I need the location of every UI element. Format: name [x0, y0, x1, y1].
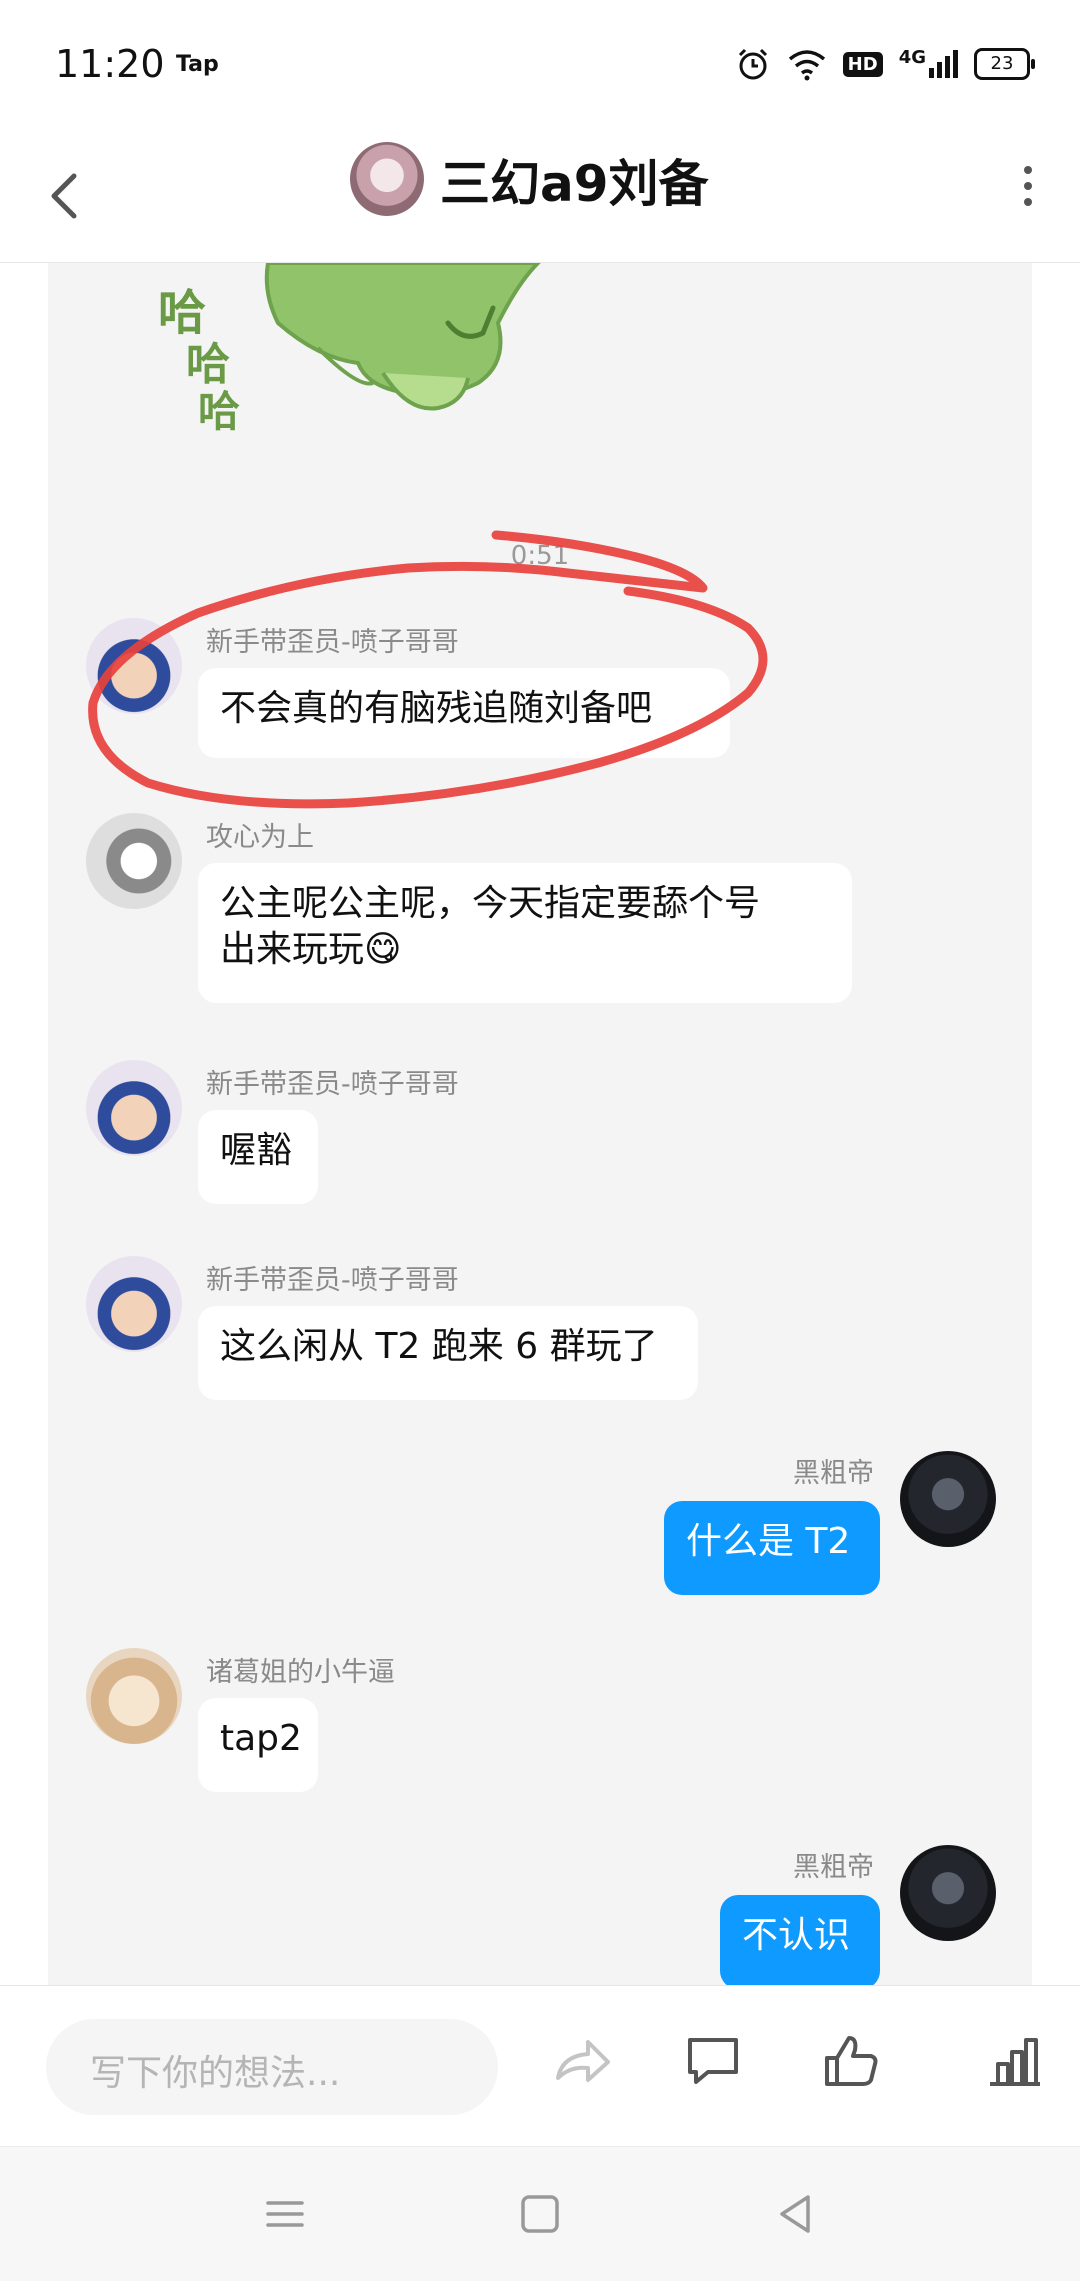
network-type: 4G — [898, 47, 926, 68]
status-icons: HD 4G 23 — [735, 44, 1035, 84]
navigation-bar — [0, 2146, 1080, 2281]
avatar[interactable] — [86, 618, 182, 714]
red-circle-annotation — [88, 530, 768, 809]
share-button[interactable] — [548, 2026, 618, 2096]
signal-icon: 4G — [898, 47, 958, 78]
like-icon — [825, 2036, 878, 2086]
message-bubble[interactable]: 不会真的有脑残追随刘备吧 — [198, 668, 730, 758]
comment-icon — [688, 2038, 738, 2084]
message-bubble[interactable]: tap2 — [198, 1698, 318, 1792]
avatar[interactable] — [86, 813, 182, 909]
message-bubble[interactable]: 不认识 — [720, 1895, 880, 1985]
more-button[interactable] — [1016, 158, 1040, 228]
status-app-label: Tap — [176, 52, 219, 77]
message-bubble[interactable]: 喔豁 — [198, 1110, 318, 1204]
alarm-icon — [738, 48, 767, 80]
battery-icon: 23 — [974, 48, 1035, 80]
back-button[interactable] — [42, 154, 90, 234]
home-icon — [521, 2195, 559, 2233]
timestamp: 0:51 — [510, 541, 570, 571]
group-title: 三幻a9刘备 — [440, 155, 709, 213]
chat-header: 三幻a9刘备 — [0, 130, 1080, 263]
menu-icon — [266, 2201, 304, 2227]
sticker-text-3: 哈 — [198, 387, 241, 436]
back-nav-button[interactable] — [770, 2189, 820, 2239]
hd-badge: HD — [842, 51, 883, 77]
sender-name[interactable]: 新手带歪员-喷子哥哥 — [206, 620, 459, 659]
sender-name[interactable]: 黑粗帝 — [793, 1845, 874, 1884]
input-bar: 写下你的想法... — [0, 1985, 1080, 2146]
message-line: 出来玩玩😋 — [220, 929, 402, 970]
sender-name[interactable]: 新手带歪员-喷子哥哥 — [206, 1062, 459, 1101]
back-icon — [780, 2195, 810, 2233]
sender-name[interactable]: 新手带歪员-喷子哥哥 — [206, 1258, 459, 1297]
back-arrow-icon — [51, 173, 77, 219]
stats-icon — [990, 2038, 1040, 2086]
comment-placeholder: 写下你的想法... — [90, 2053, 341, 2094]
comment-input[interactable]: 写下你的想法... — [46, 2019, 498, 2115]
avatar[interactable] — [900, 1451, 996, 1547]
message-bubble[interactable]: 这么闲从 T2 跑来 6 群玩了 — [198, 1306, 698, 1400]
status-time: 11:20 — [55, 42, 165, 86]
stats-button[interactable] — [980, 2026, 1050, 2096]
avatar[interactable] — [86, 1648, 182, 1744]
group-avatar[interactable] — [350, 142, 424, 216]
message-line: 公主呢公主呢，今天指定要舔个号 — [220, 883, 761, 924]
comment-button[interactable] — [678, 2026, 748, 2096]
avatar[interactable] — [86, 1256, 182, 1352]
sender-name[interactable]: 黑粗帝 — [793, 1451, 874, 1490]
status-bar: 11:20 Tap HD 4G 23 — [0, 0, 1080, 130]
more-icon — [1024, 166, 1032, 174]
wifi-icon — [788, 50, 825, 81]
avatar[interactable] — [86, 1060, 182, 1156]
like-button[interactable] — [815, 2026, 885, 2096]
share-icon — [556, 2040, 610, 2082]
message-bubble[interactable]: 什么是 T2 — [664, 1501, 880, 1595]
chat-area[interactable]: 哈 哈 哈 0:51 新手带歪员-喷子哥哥 不会真的有脑残追随刘备吧 攻心为上 … — [48, 263, 1032, 1985]
home-button[interactable] — [515, 2189, 565, 2239]
avatar[interactable] — [900, 1845, 996, 1941]
dinosaur-sticker — [264, 263, 541, 411]
sender-name[interactable]: 诸葛姐的小牛逼 — [206, 1650, 395, 1689]
menu-button[interactable] — [260, 2189, 310, 2239]
message-bubble[interactable]: 公主呢公主呢，今天指定要舔个号 出来玩玩😋 — [198, 863, 852, 1003]
sender-name[interactable]: 攻心为上 — [206, 815, 314, 854]
